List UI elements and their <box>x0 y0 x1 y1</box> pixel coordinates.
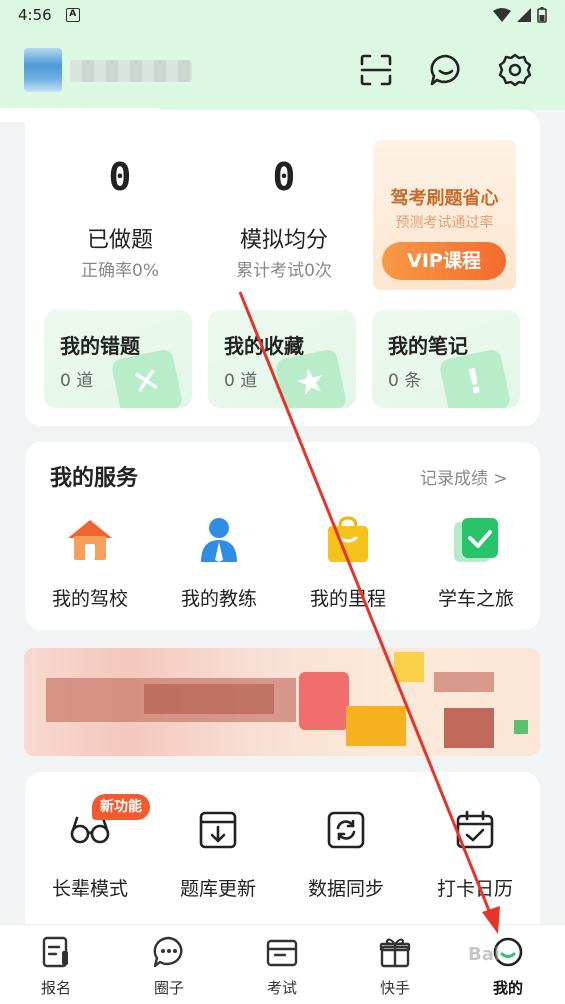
service-my-school[interactable]: 我的驾校 <box>35 514 145 611</box>
tab-circle[interactable]: 圈子 <box>129 935 209 998</box>
status-time: 4:56 <box>18 6 52 24</box>
tool-label: 数据同步 <box>307 878 384 900</box>
message-icon[interactable] <box>428 52 464 88</box>
tab-label: 快手 <box>379 979 410 997</box>
avatar[interactable] <box>24 48 62 92</box>
coach-icon <box>201 518 237 562</box>
tab-label: 报名 <box>40 979 71 997</box>
vip-subtitle: 预测考试通过率 <box>395 215 494 231</box>
status-bar: 4:56 A <box>0 0 565 30</box>
average-score-count[interactable]: 0 <box>224 155 344 199</box>
tab-exam[interactable]: 考试 <box>242 935 322 998</box>
vip-course-button[interactable]: VIP课程 <box>382 242 506 280</box>
services-title: 我的服务 <box>50 466 139 491</box>
tab-label: 考试 <box>266 979 297 997</box>
bag-icon <box>328 516 368 562</box>
tool-elder-mode[interactable]: 长辈模式 <box>30 810 150 901</box>
questions-done-count[interactable]: 0 <box>60 155 180 199</box>
average-score-label: 模拟均分 <box>239 228 328 253</box>
accuracy-rate: 正确率0% <box>81 261 159 281</box>
promo-banner[interactable] <box>24 648 540 756</box>
tile-title: 我的收藏 <box>224 334 304 358</box>
tile-count: 0 条 <box>388 371 422 391</box>
document-icon <box>42 936 68 968</box>
check-icon <box>454 518 498 562</box>
house-icon <box>68 520 112 560</box>
calendar-icon <box>456 810 494 849</box>
vip-promo-card[interactable]: 驾考刷题省心 预测考试通过率 VIP课程 <box>373 140 516 290</box>
tile-title: 我的笔记 <box>388 334 468 358</box>
settings-icon[interactable] <box>497 52 533 88</box>
tool-label: 长辈模式 <box>51 878 128 900</box>
gift-icon <box>379 938 411 968</box>
chat-icon <box>153 936 183 968</box>
tile-count: 0 道 <box>60 371 94 391</box>
vip-title: 驾考刷题省心 <box>390 188 499 209</box>
tab-label: 圈子 <box>153 979 184 997</box>
tool-question-bank-update[interactable]: 题库更新 <box>158 810 278 901</box>
tool-data-sync[interactable]: 数据同步 <box>286 810 406 901</box>
notification-icon: A <box>65 8 80 22</box>
scan-icon[interactable] <box>358 52 394 88</box>
signal-icon <box>517 8 531 22</box>
tool-checkin-calendar[interactable]: 打卡日历 <box>415 810 535 901</box>
profile-header <box>0 30 565 110</box>
tool-label: 题库更新 <box>179 878 256 900</box>
service-my-coach[interactable]: 我的教练 <box>164 514 274 611</box>
tile-count: 0 道 <box>224 371 258 391</box>
service-label: 我的里程 <box>309 588 386 610</box>
tile-title: 我的错题 <box>60 334 140 358</box>
tab-label: 我的 <box>492 979 523 997</box>
tile-favorites[interactable]: 我的收藏 0 道 ★ <box>208 310 356 408</box>
tab-kuaishou[interactable]: 快手 <box>355 935 435 998</box>
tile-wrong-questions[interactable]: 我的错题 0 道 ✕ <box>44 310 192 408</box>
new-feature-badge: 新功能 <box>92 794 150 820</box>
sync-icon <box>327 811 365 849</box>
battery-icon <box>537 7 547 23</box>
status-icons <box>493 7 547 23</box>
service-label: 我的教练 <box>180 588 257 610</box>
wifi-icon <box>493 8 511 22</box>
questions-done-label: 已做题 <box>86 228 153 253</box>
record-score-link[interactable]: 记录成绩 > <box>420 464 508 489</box>
tab-signup[interactable]: 报名 <box>16 935 96 998</box>
service-learning-journey[interactable]: 学车之旅 <box>421 514 531 611</box>
exam-count: 累计考试0次 <box>236 261 332 281</box>
service-label: 学车之旅 <box>437 588 514 610</box>
service-my-mileage[interactable]: 我的里程 <box>293 514 403 611</box>
tile-notes[interactable]: 我的笔记 0 条 ! <box>372 310 520 408</box>
tool-label: 打卡日历 <box>436 878 513 900</box>
header-curve <box>0 108 160 122</box>
watermark: Bai <box>468 944 501 965</box>
service-label: 我的驾校 <box>51 588 128 610</box>
username[interactable] <box>70 60 192 82</box>
folder-icon <box>266 939 298 967</box>
download-icon <box>199 811 237 849</box>
